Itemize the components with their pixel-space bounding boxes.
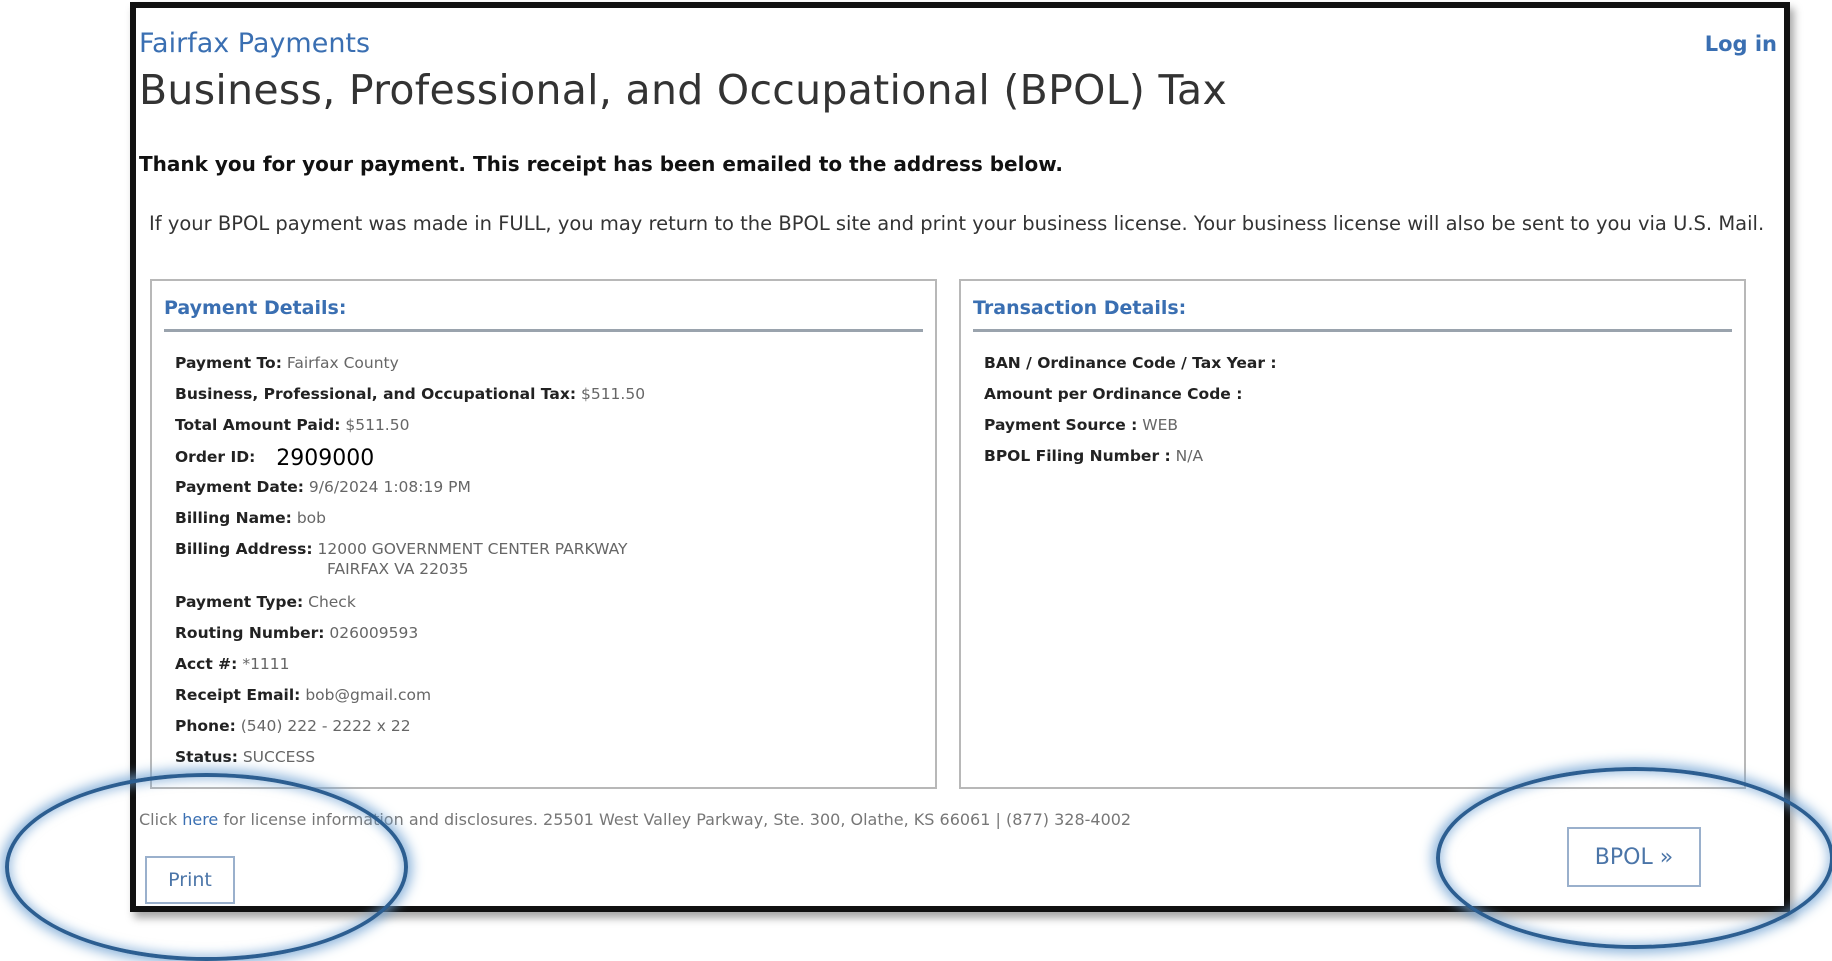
detail-value: N/A — [1175, 447, 1204, 465]
detail-value: WEB — [1142, 416, 1179, 434]
transaction-row-ban: BAN / Ordinance Code / Tax Year : — [984, 353, 1734, 384]
info-message: If your BPOL payment was made in FULL, y… — [149, 212, 1765, 235]
address-line-2: FAIRFAX VA 22035 — [327, 560, 469, 578]
login-link[interactable]: Log in — [1705, 32, 1777, 56]
detail-row-bpol-tax: Business, Professional, and Occupational… — [175, 384, 925, 415]
detail-value: 026009593 — [329, 624, 419, 642]
transaction-row-source: Payment Source : WEB — [984, 415, 1734, 446]
payment-details-panel: Payment Details: Payment To: Fairfax Cou… — [150, 279, 937, 789]
detail-value: Fairfax County — [286, 354, 399, 372]
detail-value: *1111 — [242, 655, 290, 673]
detail-value: bob@gmail.com — [305, 686, 432, 704]
detail-row-payment-to: Payment To: Fairfax County — [175, 353, 925, 384]
detail-value: Check — [308, 593, 356, 611]
page-title: Business, Professional, and Occupational… — [139, 66, 1228, 114]
detail-label: BAN / Ordinance Code / Tax Year : — [984, 354, 1277, 372]
detail-label: Acct #: — [175, 655, 238, 673]
detail-row-payment-type: Payment Type: Check — [175, 592, 925, 623]
detail-label: Billing Address: — [175, 540, 313, 558]
detail-value: $511.50 — [345, 416, 410, 434]
detail-label: BPOL Filing Number : — [984, 447, 1171, 465]
detail-label: Payment Source : — [984, 416, 1138, 434]
detail-label: Payment To: — [175, 354, 282, 372]
print-button[interactable]: Print — [145, 856, 235, 904]
footer-prefix: Click — [139, 810, 183, 829]
detail-label: Payment Date: — [175, 478, 304, 496]
detail-row-order-id: Order ID: 2909000 — [175, 446, 925, 477]
payment-details-heading: Payment Details: — [164, 297, 923, 332]
detail-label: Phone: — [175, 717, 236, 735]
detail-value: bob — [296, 509, 326, 527]
detail-row-payment-date: Payment Date: 9/6/2024 1:08:19 PM — [175, 477, 925, 508]
address-line-1: 12000 GOVERNMENT CENTER PARKWAY — [317, 540, 628, 558]
detail-row-total-paid: Total Amount Paid: $511.50 — [175, 415, 925, 446]
detail-row-billing-name: Billing Name: bob — [175, 508, 925, 539]
transaction-details-panel: Transaction Details: BAN / Ordinance Cod… — [959, 279, 1746, 789]
thank-you-message: Thank you for your payment. This receipt… — [139, 152, 1064, 176]
detail-row-billing-address: Billing Address: 12000 GOVERNMENT CENTER… — [175, 539, 925, 592]
bpol-button[interactable]: BPOL » — [1567, 827, 1701, 887]
detail-value: (540) 222 - 2222 x 22 — [240, 717, 411, 735]
transaction-row-filing-number: BPOL Filing Number : N/A — [984, 446, 1734, 477]
footer-disclosure: Click here for license information and d… — [139, 810, 1131, 829]
detail-row-status: Status: SUCCESS — [175, 747, 925, 778]
detail-label: Business, Professional, and Occupational… — [175, 385, 577, 403]
status-value: SUCCESS — [242, 748, 316, 766]
detail-label: Payment Type: — [175, 593, 304, 611]
license-info-link[interactable]: here — [182, 810, 218, 829]
detail-label: Receipt Email: — [175, 686, 301, 704]
detail-value: 9/6/2024 1:08:19 PM — [308, 478, 471, 496]
detail-row-phone: Phone: (540) 222 - 2222 x 22 — [175, 716, 925, 747]
detail-label: Amount per Ordinance Code : — [984, 385, 1243, 403]
detail-row-acct: Acct #: *1111 — [175, 654, 925, 685]
detail-row-routing-number: Routing Number: 026009593 — [175, 623, 925, 654]
detail-label: Order ID: — [175, 448, 256, 466]
detail-row-receipt-email: Receipt Email: bob@gmail.com — [175, 685, 925, 716]
brand-link[interactable]: Fairfax Payments — [139, 28, 370, 59]
detail-label: Status: — [175, 748, 238, 766]
transaction-row-amount: Amount per Ordinance Code : — [984, 384, 1734, 415]
detail-label: Billing Name: — [175, 509, 292, 527]
detail-label: Routing Number: — [175, 624, 325, 642]
detail-value: $511.50 — [580, 385, 646, 403]
detail-label: Total Amount Paid: — [175, 416, 341, 434]
order-id-value: 2909000 — [276, 446, 375, 471]
footer-text: for license information and disclosures.… — [218, 810, 1132, 829]
transaction-details-heading: Transaction Details: — [973, 297, 1732, 332]
